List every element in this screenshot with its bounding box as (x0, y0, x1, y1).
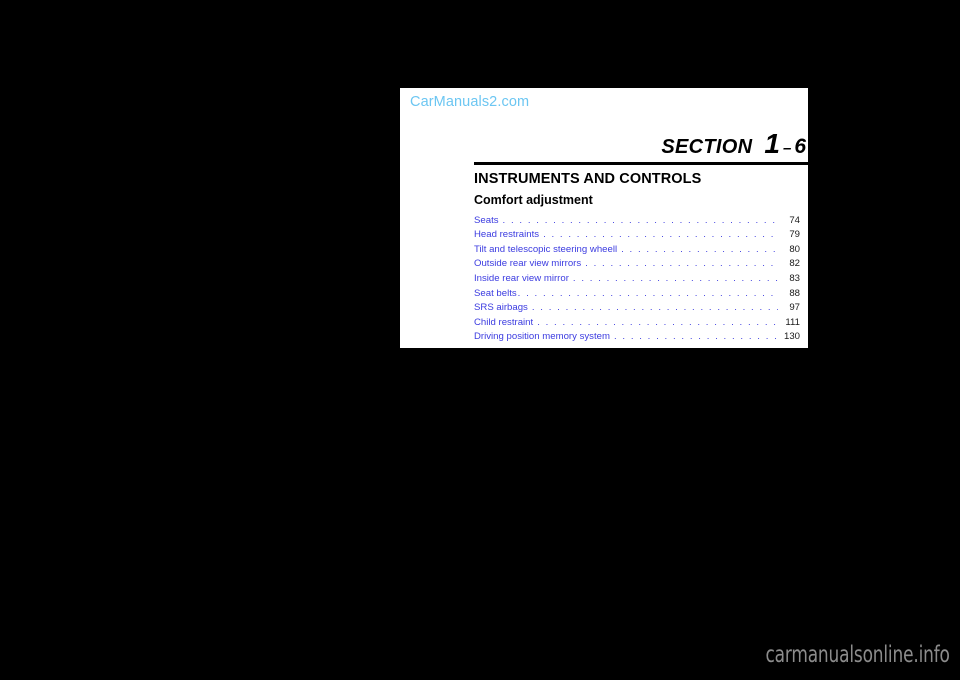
toc-entry[interactable]: Head restraints 79 (474, 227, 800, 242)
section-dash: – (782, 140, 792, 157)
group-title: Comfort adjustment (474, 193, 593, 207)
toc-entry-label[interactable]: Inside rear view mirror (474, 273, 569, 285)
carmanuals2-logo: CarManuals2.com (410, 94, 530, 110)
toc-dot-leader (621, 244, 778, 256)
toc-entry-page: 82 (789, 258, 800, 270)
toc-dot-leader (543, 229, 778, 241)
section-header: SECTION 1 – 6 (661, 130, 806, 159)
site-watermark: carmanualsonline.info (765, 642, 950, 668)
toc-entry[interactable]: Outside rear view mirrors 82 (474, 256, 800, 271)
toc-entry-label[interactable]: SRS airbags (474, 302, 528, 314)
toc-entry-label[interactable]: Outside rear view mirrors (474, 258, 581, 270)
toc-entry-label[interactable]: Head restraints (474, 229, 539, 241)
chapter-title: INSTRUMENTS AND CONTROLS (474, 171, 702, 187)
section-word-label: SECTION (661, 136, 753, 158)
toc-entry[interactable]: Seats 74 (474, 212, 800, 227)
toc-entry-page: 79 (789, 229, 800, 241)
section-subnumber: 6 (794, 135, 806, 158)
toc-entry-label[interactable]: Driving position memory system (474, 331, 610, 343)
toc-entry[interactable]: SRS airbags 97 (474, 300, 800, 315)
toc-dot-leader (503, 215, 778, 227)
toc-dot-leader (537, 317, 778, 329)
toc-entry-page: 80 (789, 243, 800, 255)
toc-entry[interactable]: Child restraint 111 (474, 314, 800, 329)
toc-dot-leader (518, 288, 778, 300)
toc-entry-label[interactable]: Child restraint (474, 317, 533, 329)
toc-entry-page: 83 (789, 272, 800, 284)
toc-entry[interactable]: Inside rear view mirror 83 (474, 270, 800, 285)
toc-dot-leader (585, 258, 778, 270)
toc-entry-label[interactable]: Seats (474, 215, 499, 227)
toc-dot-leader (614, 331, 778, 343)
toc-entry-page: 74 (789, 214, 800, 226)
toc-entry-page: 111 (785, 316, 800, 328)
manual-page-sheet: CarManuals2.com SECTION 1 – 6 INSTRUMENT… (400, 88, 808, 348)
toc-entry[interactable]: Driving position memory system 130 (474, 329, 800, 344)
toc-entry-label[interactable]: Tilt and telescopic steering wheell (474, 244, 617, 256)
toc-entry-page: 97 (789, 302, 800, 314)
section-number: 1 (764, 128, 780, 159)
toc-dot-leader (573, 273, 778, 285)
toc-entry[interactable]: Tilt and telescopic steering wheell 80 (474, 241, 800, 256)
toc-entry-page: 130 (783, 331, 800, 343)
table-of-contents: Seats 74 Head restraints 79 Tilt and tel… (474, 212, 800, 343)
toc-dot-leader (532, 302, 778, 314)
toc-entry-page: 88 (789, 287, 800, 299)
toc-entry-label[interactable]: Seat belts (474, 288, 517, 300)
toc-entry[interactable]: Seat belts 88 (474, 285, 800, 300)
section-divider-rule (474, 162, 808, 165)
